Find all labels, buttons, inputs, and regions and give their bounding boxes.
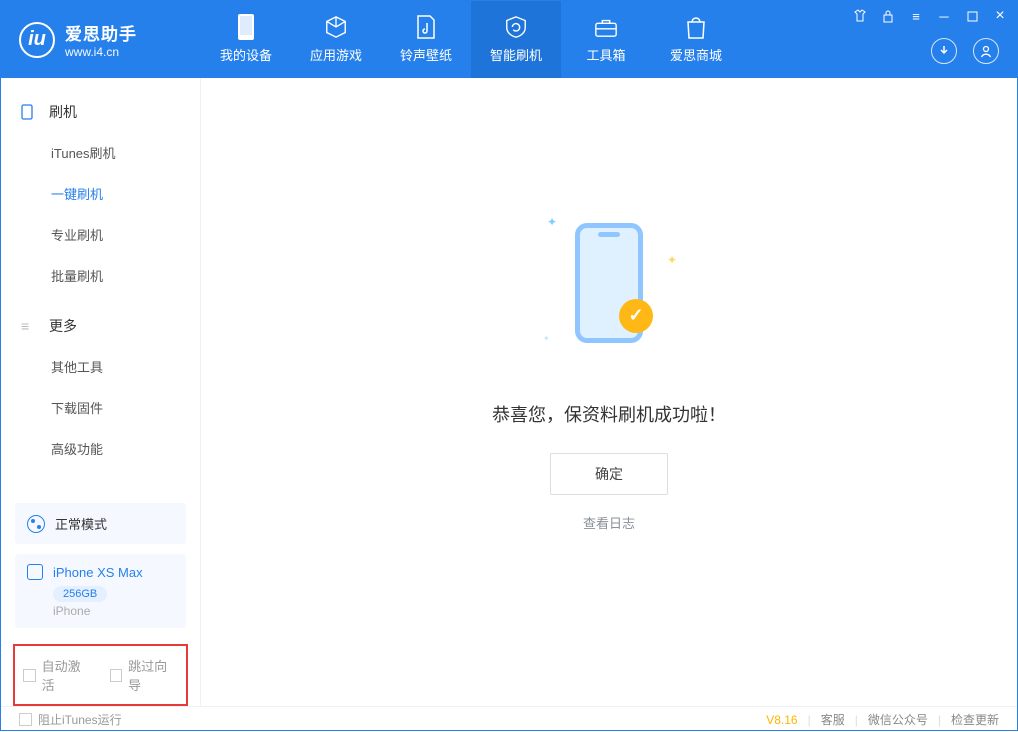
header-right-actions <box>931 38 999 64</box>
view-log-link[interactable]: 查看日志 <box>583 513 635 532</box>
sidebar-item-oneclick-flash[interactable]: 一键刷机 <box>1 173 200 214</box>
nav-label: 工具箱 <box>586 45 625 64</box>
device-panel: 正常模式 iPhone XS Max 256GB iPhone <box>1 503 200 638</box>
nav-apps-games[interactable]: 应用游戏 <box>291 1 381 78</box>
sidebar-item-advanced[interactable]: 高级功能 <box>1 428 200 469</box>
checkmark-badge-icon: ✓ <box>619 299 653 333</box>
maximize-button[interactable] <box>965 9 979 23</box>
separator: | <box>855 713 858 727</box>
success-message: 恭喜您，保资料刷机成功啦！ <box>492 401 726 427</box>
mode-label: 正常模式 <box>55 514 107 533</box>
sidebar-group-more: ≡ 更多 <box>1 306 200 346</box>
check-update-link[interactable]: 检查更新 <box>951 711 999 728</box>
main-content: ✦ ✦ ✦ ✓ 恭喜您，保资料刷机成功啦！ 确定 查看日志 <box>201 78 1017 706</box>
separator: | <box>938 713 941 727</box>
support-link[interactable]: 客服 <box>821 711 845 728</box>
list-icon: ≡ <box>21 318 37 334</box>
main-nav: 我的设备 应用游戏 铃声壁纸 智能刷机 工具箱 爱思商城 <box>201 1 741 78</box>
window-controls: ≡ ─ × <box>853 9 1007 23</box>
nav-label: 应用游戏 <box>310 45 362 64</box>
wechat-link[interactable]: 微信公众号 <box>868 711 928 728</box>
sidebar: 刷机 iTunes刷机 一键刷机 专业刷机 批量刷机 ≡ 更多 其他工具 下载固… <box>1 78 201 706</box>
mode-icon <box>27 515 45 533</box>
device-phone-icon <box>27 564 43 580</box>
toolbox-icon <box>594 15 618 39</box>
checkbox-label: 阻止iTunes运行 <box>38 711 122 728</box>
nav-label: 我的设备 <box>220 45 272 64</box>
sparkle-icon: ✦ <box>547 215 557 229</box>
nav-label: 智能刷机 <box>490 45 542 64</box>
sidebar-item-pro-flash[interactable]: 专业刷机 <box>1 214 200 255</box>
confirm-button[interactable]: 确定 <box>550 453 668 495</box>
download-button[interactable] <box>931 38 957 64</box>
checkbox-skip-guide[interactable]: 跳过向导 <box>110 656 179 694</box>
nav-smart-flash[interactable]: 智能刷机 <box>471 1 561 78</box>
device-type: iPhone <box>53 604 174 618</box>
flash-options-highlighted: 自动激活 跳过向导 <box>13 644 188 706</box>
minimize-button[interactable]: ─ <box>937 9 951 23</box>
app-logo-icon: iu <box>19 22 55 58</box>
sidebar-item-other-tools[interactable]: 其他工具 <box>1 346 200 387</box>
checkbox-icon <box>110 669 123 682</box>
nav-toolbox[interactable]: 工具箱 <box>561 1 651 78</box>
footer-right: V8.16 | 客服 | 微信公众号 | 检查更新 <box>766 711 999 728</box>
mode-card[interactable]: 正常模式 <box>15 503 186 544</box>
checkbox-auto-activate[interactable]: 自动激活 <box>23 656 92 694</box>
phone-outline-icon <box>21 104 37 120</box>
nav-label: 铃声壁纸 <box>400 45 452 64</box>
separator: | <box>808 713 811 727</box>
checkbox-block-itunes[interactable]: 阻止iTunes运行 <box>19 711 122 728</box>
sparkle-icon: ✦ <box>543 334 550 343</box>
shield-refresh-icon <box>504 15 528 39</box>
success-illustration: ✦ ✦ ✦ ✓ <box>539 193 679 373</box>
bag-icon <box>684 15 708 39</box>
sidebar-item-download-firmware[interactable]: 下载固件 <box>1 387 200 428</box>
app-subtitle: www.i4.cn <box>65 45 137 59</box>
device-name: iPhone XS Max <box>53 565 143 580</box>
device-capacity: 256GB <box>53 586 107 602</box>
group-label: 刷机 <box>49 102 77 122</box>
close-button[interactable]: × <box>993 9 1007 23</box>
status-bar: 阻止iTunes运行 V8.16 | 客服 | 微信公众号 | 检查更新 <box>1 706 1017 732</box>
user-button[interactable] <box>973 38 999 64</box>
version-label: V8.16 <box>766 713 797 727</box>
body: 刷机 iTunes刷机 一键刷机 专业刷机 批量刷机 ≡ 更多 其他工具 下载固… <box>1 78 1017 706</box>
nav-store[interactable]: 爱思商城 <box>651 1 741 78</box>
sidebar-item-batch-flash[interactable]: 批量刷机 <box>1 255 200 296</box>
app-title: 爱思助手 <box>65 20 137 45</box>
nav-label: 爱思商城 <box>670 45 722 64</box>
logo-text: 爱思助手 www.i4.cn <box>65 20 137 59</box>
nav-my-device[interactable]: 我的设备 <box>201 1 291 78</box>
cube-icon <box>324 15 348 39</box>
menu-icon[interactable]: ≡ <box>909 9 923 23</box>
checkbox-icon <box>19 713 32 726</box>
music-file-icon <box>414 15 438 39</box>
device-card[interactable]: iPhone XS Max 256GB iPhone <box>15 554 186 628</box>
checkbox-icon <box>23 669 36 682</box>
app-header: iu 爱思助手 www.i4.cn 我的设备 应用游戏 铃声壁纸 智能刷机 工具… <box>1 1 1017 78</box>
sidebar-scroll: 刷机 iTunes刷机 一键刷机 专业刷机 批量刷机 ≡ 更多 其他工具 下载固… <box>1 78 200 503</box>
checkbox-label: 自动激活 <box>42 656 92 694</box>
sidebar-item-itunes-flash[interactable]: iTunes刷机 <box>1 132 200 173</box>
shirt-icon[interactable] <box>853 9 867 23</box>
checkbox-label: 跳过向导 <box>128 656 178 694</box>
group-label: 更多 <box>49 316 77 336</box>
lock-icon[interactable] <box>881 9 895 23</box>
sparkle-icon: ✦ <box>667 253 677 267</box>
logo-area: iu 爱思助手 www.i4.cn <box>1 20 201 59</box>
device-icon <box>234 15 258 39</box>
sidebar-group-flash: 刷机 <box>1 92 200 132</box>
nav-ringtones-wallpapers[interactable]: 铃声壁纸 <box>381 1 471 78</box>
